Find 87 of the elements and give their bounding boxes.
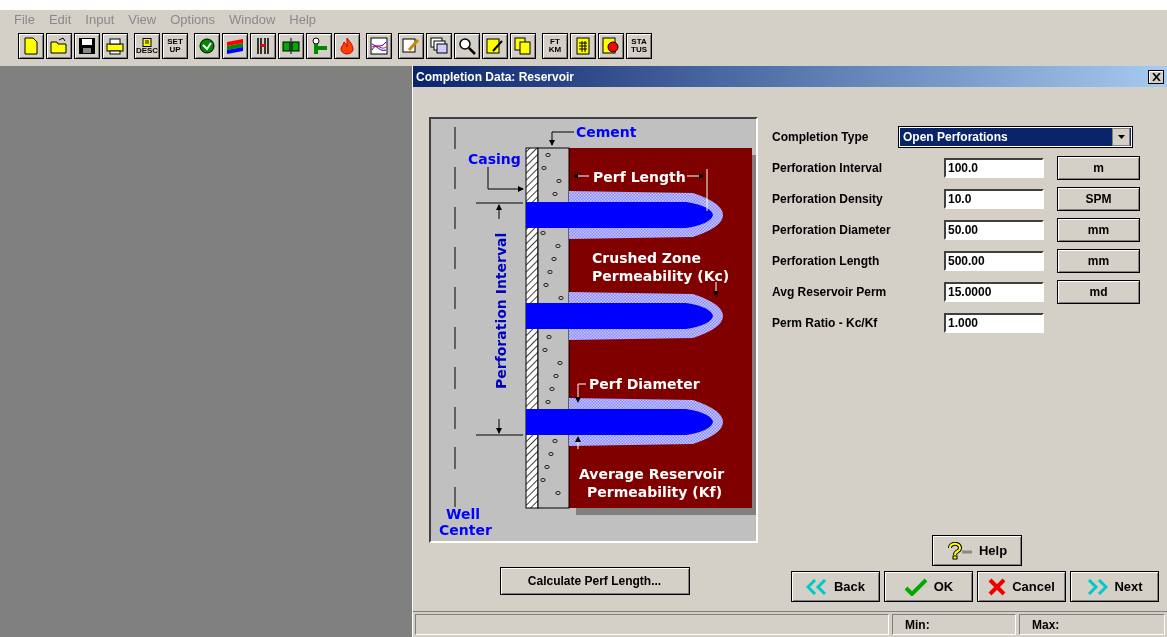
input-field[interactable]: 100.0 <box>944 158 1044 178</box>
toolbar-button[interactable] <box>598 33 624 59</box>
windows-icon <box>429 36 449 56</box>
toolbar-button[interactable] <box>482 33 508 59</box>
back-button[interactable]: Back <box>791 571 880 602</box>
close-icon <box>1151 72 1161 81</box>
save-icon <box>77 36 97 56</box>
toolbar-button[interactable] <box>74 33 100 59</box>
toolbar-button[interactable] <box>454 33 480 59</box>
dimension-arrow <box>575 383 587 450</box>
field-label: Perm Ratio - Kc/Kf <box>772 316 879 330</box>
zoom-icon <box>457 36 477 56</box>
unit-button[interactable]: mm <box>1057 218 1140 242</box>
new-icon <box>21 36 41 56</box>
cement-label: Cement <box>576 124 637 140</box>
field-label: Perforation Interval <box>772 161 884 175</box>
reservoir-label: Permeability (Kf) <box>587 484 723 500</box>
field-label: Perforation Density <box>772 192 884 206</box>
reservoir-label: Average Reservoir <box>579 466 725 482</box>
help-button[interactable]: Help <box>932 535 1022 566</box>
input-field[interactable]: 15.0000 <box>944 282 1044 302</box>
close-button[interactable] <box>1148 69 1164 84</box>
unit-button[interactable]: md <box>1057 280 1140 304</box>
input-field[interactable]: 10.0 <box>944 189 1044 209</box>
unit-button[interactable]: m <box>1057 156 1140 180</box>
perf-length-label: Perf Length <box>593 169 686 185</box>
completion-type-dropdown[interactable]: Open Perforations <box>898 126 1133 148</box>
dropdown-arrow-icon <box>1117 135 1125 139</box>
field-label: Completion Type <box>772 130 870 144</box>
toolbar-button[interactable] <box>250 33 276 59</box>
toolbar-button[interactable] <box>18 33 44 59</box>
well-center-label: Well <box>446 506 481 522</box>
max-label: Max: <box>1032 617 1060 632</box>
leader-line <box>487 166 524 192</box>
toolbar-button[interactable] <box>278 33 304 59</box>
toolbar-button[interactable] <box>510 33 536 59</box>
cancel-button[interactable]: Cancel <box>977 571 1066 602</box>
unit-button[interactable]: mm <box>1057 249 1140 273</box>
unit-button[interactable]: SPM <box>1057 187 1140 211</box>
toolbar-button[interactable] <box>366 33 392 59</box>
flame-icon <box>337 36 357 56</box>
window-title: Completion Data: Reservoir <box>416 69 575 84</box>
print-icon <box>105 36 125 56</box>
toolbar-button[interactable] <box>194 33 220 59</box>
perf-diameter-label: Perf Diameter <box>589 376 700 392</box>
calc-icon <box>573 36 593 56</box>
toolbar-button[interactable] <box>102 33 128 59</box>
field-label: Perforation Length <box>772 254 881 268</box>
casing-label: Casing <box>468 151 521 167</box>
cross-icon <box>988 577 1007 596</box>
toolbar-button[interactable] <box>46 33 72 59</box>
layers-icon <box>225 36 245 56</box>
toolbar-button[interactable]: STA TUS <box>626 33 652 59</box>
note-icon <box>485 36 505 56</box>
field-label: Avg Reservoir Perm <box>772 285 888 299</box>
toolbar-button[interactable] <box>306 33 332 59</box>
input-field[interactable]: 500.00 <box>944 251 1044 271</box>
perforation-interval-label: Perforation Interval <box>493 232 509 389</box>
leader-line <box>549 131 575 146</box>
crushed-zone-label: Permeability (Kc) <box>592 268 730 284</box>
toolbar-button[interactable] <box>570 33 596 59</box>
next-button[interactable]: Next <box>1070 571 1159 602</box>
toolbar-button[interactable]: FT KM <box>542 33 568 59</box>
double-chevron-right-icon <box>1086 578 1109 595</box>
leader-line <box>713 281 719 297</box>
double-chevron-left-icon <box>805 578 828 595</box>
toolbar-button[interactable]: DESC <box>134 33 160 59</box>
min-label: Min: <box>905 617 930 632</box>
open-icon <box>49 36 69 56</box>
checkmark-icon <box>903 577 928 596</box>
toolbar-button[interactable] <box>398 33 424 59</box>
question-mark-icon <box>946 541 973 560</box>
toolbar-button[interactable] <box>222 33 248 59</box>
ok-button[interactable]: OK <box>884 571 973 602</box>
chart-icon <box>369 36 389 56</box>
edit-icon <box>401 36 421 56</box>
calculate-button[interactable]: Calculate Perf Length... <box>499 567 690 595</box>
toolbar-button[interactable] <box>426 33 452 59</box>
toolbar-button[interactable]: SET UP <box>162 33 188 59</box>
well-center-label: Center <box>439 522 492 538</box>
document-icon <box>142 37 152 47</box>
crushed-zone-label: Crushed Zone <box>592 250 702 266</box>
toolbar-button[interactable] <box>334 33 360 59</box>
copy-icon <box>513 36 533 56</box>
input-field[interactable]: 1.000 <box>944 313 1044 333</box>
field-label: Perforation Diameter <box>772 223 892 237</box>
input-field[interactable]: 50.00 <box>944 220 1044 240</box>
